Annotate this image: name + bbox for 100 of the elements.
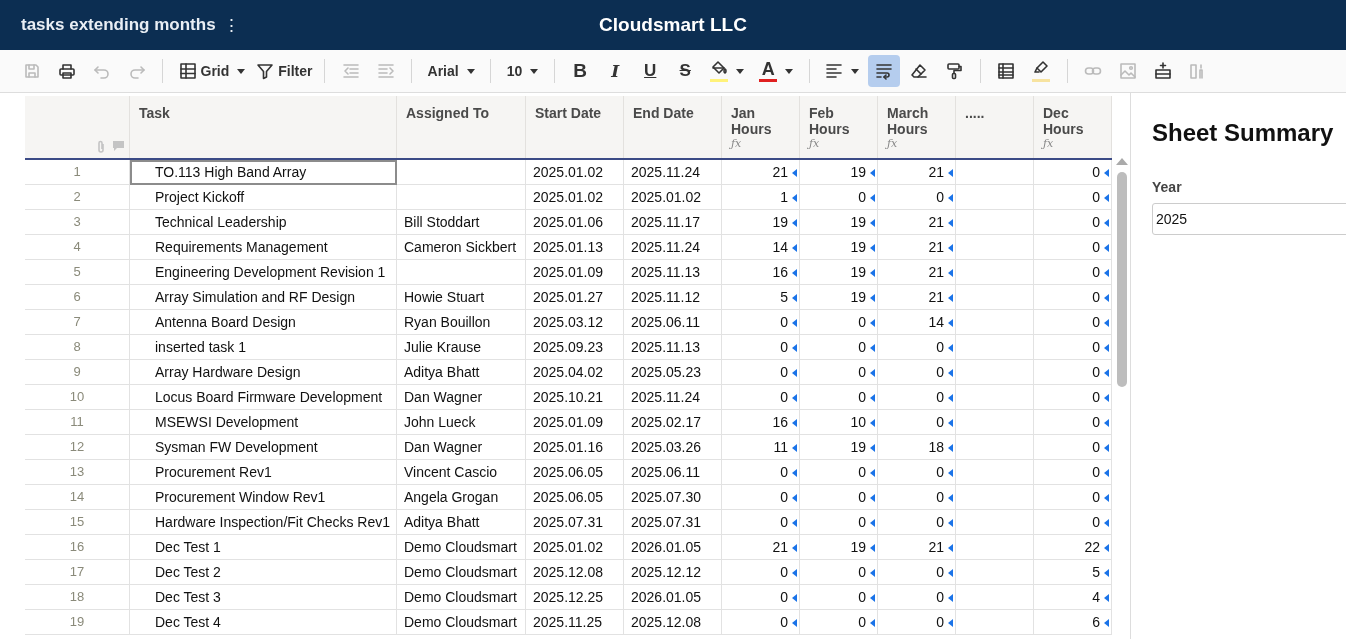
image-icon xyxy=(1119,62,1138,80)
task-cell[interactable]: Requirements Management xyxy=(130,235,397,260)
formula-marker-icon xyxy=(948,594,953,602)
task-cell[interactable]: inserted task 1 xyxy=(130,335,397,360)
strikethrough-button[interactable]: S xyxy=(669,55,702,87)
table-cell-text: 0 xyxy=(936,338,944,357)
task-cell[interactable]: Dec Test 3 xyxy=(130,585,397,610)
table-cell-text: Vincent Cascio xyxy=(404,463,498,482)
bold-button[interactable]: B xyxy=(564,55,597,87)
table-cell-text: 14 xyxy=(772,238,788,257)
table-cell-text: Bill Stoddart xyxy=(404,213,480,232)
table-cell-text: 2026.01.05 xyxy=(631,588,702,607)
table-cell-text: Demo Cloudsmart xyxy=(404,588,517,607)
formula-marker-icon xyxy=(870,469,875,477)
task-cell[interactable]: Array Simulation and RF Design xyxy=(130,285,397,310)
more-menu-button[interactable]: ⋮ xyxy=(220,14,242,36)
font-size-dropdown[interactable]: 10 xyxy=(500,55,545,87)
table-cell-text: 0 xyxy=(1092,388,1100,407)
year-field[interactable]: 2025 xyxy=(1152,203,1346,235)
table-cell-text: 2025.11.13 xyxy=(631,338,701,357)
table-cell-text: 0 xyxy=(936,413,944,432)
table-cell-text: 0 xyxy=(858,338,866,357)
row-number: 1 xyxy=(73,163,81,181)
task-cell[interactable]: Dec Test 1 xyxy=(130,535,397,560)
formula-marker-icon xyxy=(948,219,953,227)
task-cell[interactable]: Dec Test 4 xyxy=(130,610,397,635)
table-cell-text: 2025.10.21 xyxy=(533,388,604,407)
paint-roller-icon xyxy=(945,62,964,80)
task-cell[interactable]: MSEWSI Development xyxy=(130,410,397,435)
view-dropdown[interactable]: Grid xyxy=(172,55,252,87)
formula-marker-icon xyxy=(870,419,875,427)
formula-marker-icon xyxy=(1104,419,1109,427)
company-name: Cloudsmart LLC xyxy=(599,14,747,35)
table-cell-text: 6 xyxy=(1092,613,1100,632)
formula-marker-icon xyxy=(792,594,797,602)
table-cell-text: Howie Stuart xyxy=(404,288,485,307)
table-cell-text: 2025.01.09 xyxy=(533,413,604,432)
column-header: March Hours xyxy=(887,105,930,137)
task-cell[interactable]: Engineering Development Revision 1 xyxy=(130,260,397,285)
table-cell-text: 2025.06.05 xyxy=(533,488,604,507)
formula-marker-icon xyxy=(948,544,953,552)
table-cell-text: 2025.01.06 xyxy=(533,213,604,232)
row-number: 10 xyxy=(69,388,85,406)
table-cell-text: 2025.11.24 xyxy=(631,388,701,407)
filter-button[interactable]: Filter xyxy=(254,55,315,87)
task-cell[interactable]: TO.113 High Band Array xyxy=(130,160,397,185)
formula-marker-icon xyxy=(870,194,875,202)
table-cell-text: 2025.11.24 xyxy=(631,238,701,257)
table-cell-text: 2025.01.02 xyxy=(631,188,702,207)
table-cell-text: 2025.01.16 xyxy=(533,438,604,457)
formula-marker-icon xyxy=(870,444,875,452)
task-cell[interactable]: Array Hardware Design xyxy=(130,360,397,385)
formula-marker-icon xyxy=(792,194,797,202)
printer-icon xyxy=(57,62,76,80)
task-cell[interactable]: Procurement Rev1 xyxy=(130,460,397,485)
formula-marker-icon xyxy=(792,244,797,252)
formula-marker-icon xyxy=(792,544,797,552)
formula-marker-icon xyxy=(792,344,797,352)
formula-marker-icon xyxy=(870,394,875,402)
column-header: Task xyxy=(139,105,170,121)
table-cell-text: 0 xyxy=(1092,513,1100,532)
task-cell[interactable]: Technical Leadership xyxy=(130,210,397,235)
table-cell-text: 5 xyxy=(1092,563,1100,582)
scrollbar-thumb[interactable] xyxy=(1117,172,1127,387)
task-cell[interactable]: Antenna Board Design xyxy=(130,310,397,335)
caret-icon xyxy=(466,68,475,74)
task-cell[interactable]: Dec Test 2 xyxy=(130,560,397,585)
underline-button[interactable]: U xyxy=(634,55,667,87)
table-cell-text: Demo Cloudsmart xyxy=(404,538,517,557)
row-number: 5 xyxy=(73,263,81,281)
table-cell-text: 2025.07.30 xyxy=(631,488,702,507)
table-cell-text: 0 xyxy=(858,313,866,332)
task-cell[interactable]: Project Kickoff xyxy=(130,185,397,210)
task-cell[interactable]: Procurement Window Rev1 xyxy=(130,485,397,510)
row-number: 8 xyxy=(73,338,81,356)
table-cell-text: 0 xyxy=(780,363,788,382)
table-cell-text: 21 xyxy=(928,163,944,182)
table-cell-text: John Lueck xyxy=(404,413,476,432)
table-cell-text: 2025.01.27 xyxy=(533,288,604,307)
task-cell[interactable]: Locus Board Firmware Development xyxy=(130,385,397,410)
font-dropdown[interactable]: Arial xyxy=(421,55,481,87)
wrap-text-button[interactable] xyxy=(868,55,901,87)
text-color-dropdown[interactable]: A xyxy=(753,55,800,87)
table-cell-text: 0 xyxy=(780,488,788,507)
table-cell-text: 19 xyxy=(850,163,866,182)
table-icon xyxy=(997,62,1016,80)
formula-marker-icon xyxy=(1104,619,1109,627)
row-number: 13 xyxy=(69,463,85,481)
formula-marker-icon xyxy=(1104,319,1109,327)
task-cell[interactable]: Hardware Inspection/Fit Checks Rev1 xyxy=(130,510,397,535)
table-cell-text: 2025.09.23 xyxy=(533,338,604,357)
table-cell-text: 2025.01.09 xyxy=(533,263,604,282)
sheet-name: tasks extending months xyxy=(21,15,216,35)
task-cell[interactable]: Sysman FW Development xyxy=(130,435,397,460)
formula-icon: ƒx xyxy=(887,137,898,151)
scroll-up-icon[interactable] xyxy=(1116,158,1128,165)
formula-marker-icon xyxy=(792,419,797,427)
italic-button[interactable]: I xyxy=(599,55,632,87)
align-left-icon xyxy=(825,62,844,80)
table-cell-text: 0 xyxy=(780,563,788,582)
